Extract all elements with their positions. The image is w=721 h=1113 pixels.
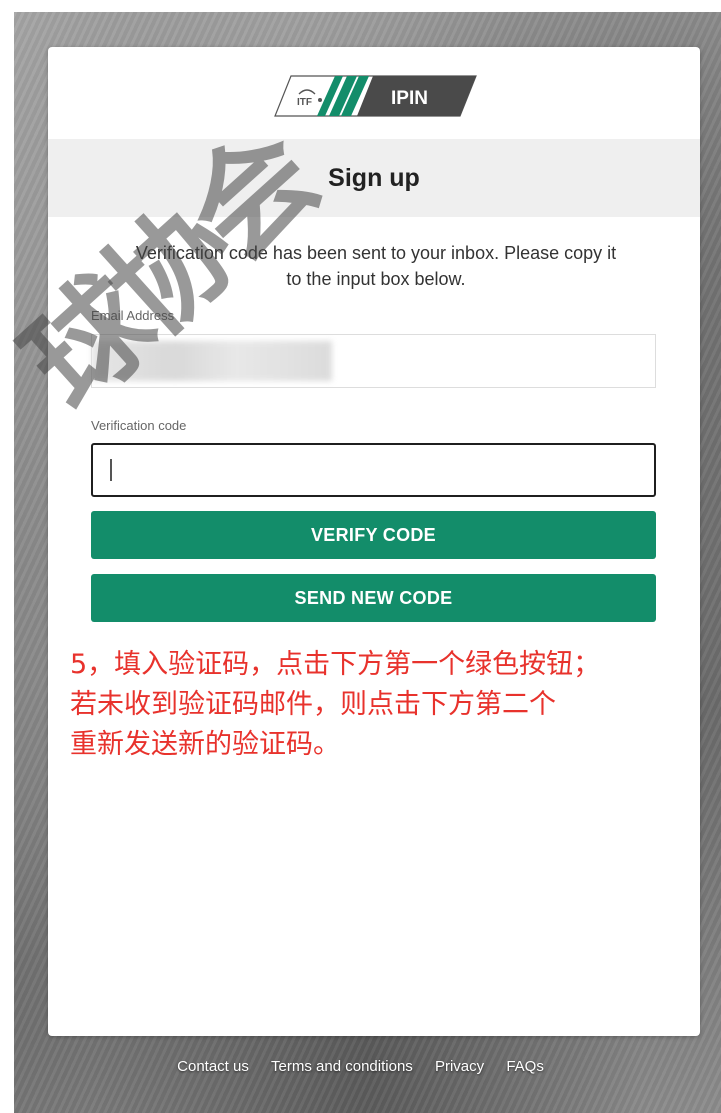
- verification-code-input[interactable]: [91, 443, 656, 497]
- header-band: Sign up: [48, 139, 700, 217]
- footer-links: Contact us Terms and conditions Privacy …: [0, 1058, 721, 1088]
- text-caret: [110, 459, 112, 481]
- email-field[interactable]: [91, 334, 656, 388]
- intro-line-1: Verification code has been sent to your …: [135, 243, 617, 263]
- verify-code-button[interactable]: VERIFY CODE: [91, 511, 656, 559]
- instruction-annotation: 5，填入验证码，点击下方第一个绿色按钮； 若未收到验证码邮件，则点击下方第二个 …: [70, 645, 690, 765]
- send-new-code-button[interactable]: SEND NEW CODE: [91, 574, 656, 622]
- logo-mark: ITF: [297, 97, 312, 108]
- intro-line-2: to the input box below.: [286, 269, 466, 289]
- logo-text: IPIN: [391, 88, 428, 109]
- annotation-line-2: 若未收到验证码邮件，则点击下方第二个: [70, 689, 556, 720]
- email-redacted-value: [92, 341, 332, 381]
- footer-link-terms[interactable]: Terms and conditions: [271, 1058, 413, 1075]
- page-title: Sign up: [328, 164, 420, 192]
- verification-message: Verification code has been sent to your …: [86, 240, 666, 292]
- verification-code-label: Verification code: [91, 418, 187, 433]
- annotation-line-1: 5，填入验证码，点击下方第一个绿色按钮；: [70, 649, 601, 680]
- footer-link-faqs[interactable]: FAQs: [506, 1058, 544, 1075]
- signup-card: ITF IPIN Sign up Verification code has b…: [48, 47, 700, 1036]
- footer-link-privacy[interactable]: Privacy: [435, 1058, 484, 1075]
- annotation-line-3: 重新发送新的验证码。: [70, 729, 340, 760]
- footer-link-contact[interactable]: Contact us: [177, 1058, 249, 1075]
- ipin-logo: ITF IPIN: [273, 74, 478, 118]
- itf-ipin-logo-icon: ITF IPIN: [274, 75, 477, 117]
- email-label: Email Address: [91, 308, 175, 323]
